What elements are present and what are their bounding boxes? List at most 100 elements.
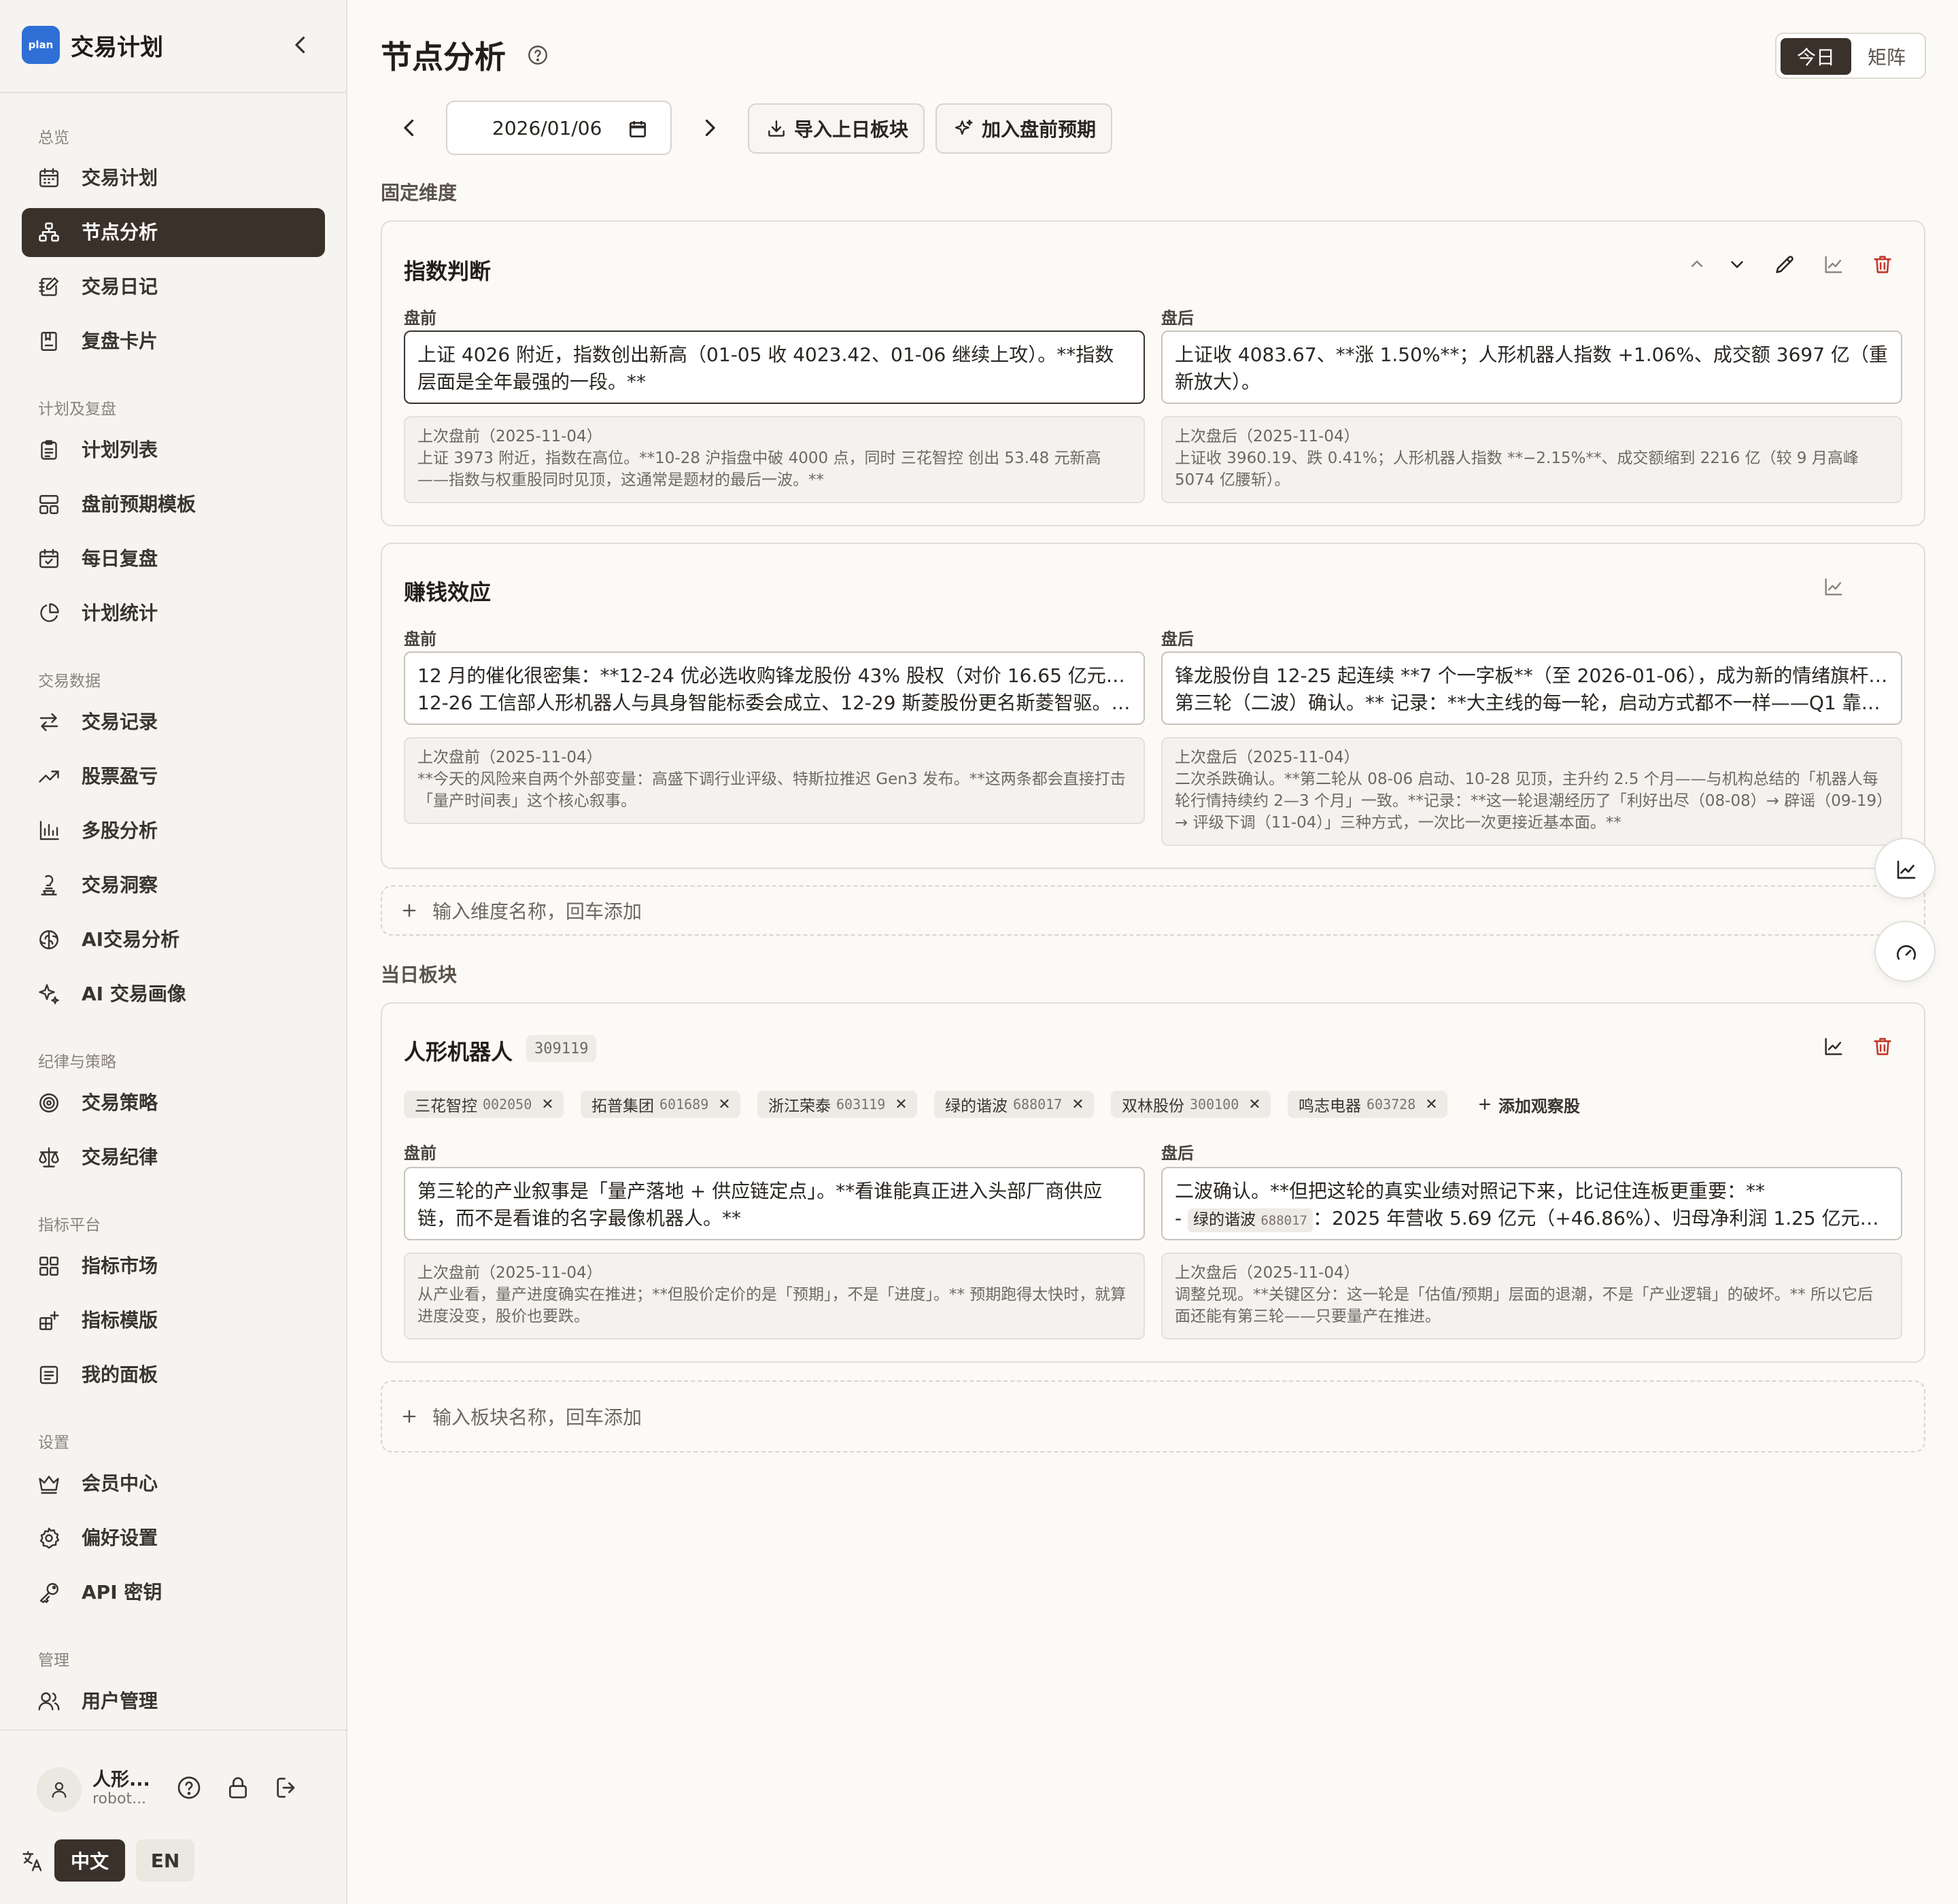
sidebar-item-trade-discipline[interactable]: 交易纪律 [22,1133,325,1182]
lang-zh-button[interactable]: 中文 [54,1839,125,1882]
sidebar-item-label: 交易计划 [82,167,158,189]
sidebar-item-label: API 密钥 [82,1581,162,1603]
dimension-card-index: 指数判断 盘前 盘后 上证 4026 附近，指数创出新高（01-05 收 402… [381,220,1925,526]
pre-market-textarea[interactable]: 上证 4026 附近，指数创出新高（01-05 收 4023.42、01-06 … [404,330,1145,404]
sidebar-item-ai-trade-analysis[interactable]: AI交易分析 [22,915,325,964]
sidebar-item-label: 计划统计 [82,602,158,624]
chart-fab[interactable] [1874,838,1936,899]
chevron-left-icon[interactable] [397,116,422,140]
watch-stock-chip[interactable]: 三花智控 002050 ✕ [404,1091,564,1118]
tab-matrix[interactable]: 矩阵 [1853,38,1921,75]
sidebar-item-trade-journal[interactable]: 交易日记 [22,262,325,311]
sidebar-item-stock-pnl[interactable]: 股票盈亏 [22,752,325,801]
add-to-premarket-button[interactable]: 加入盘前预期 [935,103,1112,154]
sidebar-item-label: 交易纪律 [82,1146,158,1168]
watch-stock-chip[interactable]: 双林股份 300100 ✕ [1111,1091,1271,1118]
pre-market-textarea[interactable]: 第三轮的产业叙事是「量产落地 + 供应链定点」。**看谁能真正进入头部厂商供应链… [404,1167,1145,1240]
close-icon[interactable]: ✕ [1425,1096,1437,1113]
post-text-line: - 绿的谐波 688017 ：2025 年营收 5.69 亿元（+46.86%）、… [1175,1205,1889,1232]
line-chart-icon[interactable] [1822,1035,1845,1058]
gauge-icon [1896,945,1917,960]
close-icon[interactable]: ✕ [895,1096,907,1113]
close-icon[interactable]: ✕ [541,1096,553,1113]
post-market-textarea[interactable]: 上证收 4083.67、**涨 1.50%**；人形机器人指数 +1.06%、成… [1161,330,1902,404]
trash-icon[interactable] [1871,1035,1894,1058]
sidebar-item-label: AI 交易画像 [82,983,186,1005]
sidebar-item-membership[interactable]: 会员中心 [22,1459,325,1508]
sidebar-item-indicator-market[interactable]: 指标市场 [22,1242,325,1291]
calendar-icon[interactable] [627,118,649,140]
post-label: 盘后 [1161,630,1194,649]
help-circle-icon[interactable] [526,44,549,67]
post-market-textarea[interactable]: 二波确认。**但把这轮的真实业绩对照记下来，比记住连板更重要：** - 绿的谐波… [1161,1167,1902,1240]
pre-market-textarea[interactable]: 12 月的催化很密集：**12-24 优必选收购锋龙股份 43% 股权（对价 1… [404,651,1145,725]
lightbulb-icon [41,874,57,896]
sidebar-item-label: 用户管理 [82,1690,158,1712]
add-watch-stock-button[interactable]: 添加观察股 [1477,1091,1580,1118]
sidebar-item-api-key[interactable]: API 密钥 [22,1568,325,1617]
prev-post-heading: 上次盘后（2025-11-04） [1175,428,1360,445]
chevron-down-icon[interactable] [1727,254,1747,275]
avatar[interactable] [37,1767,82,1812]
sidebar-item-label: 交易记录 [82,711,158,733]
add-watch-stock-label: 添加观察股 [1498,1096,1580,1116]
sidebar-item-preferences[interactable]: 偏好设置 [22,1514,325,1563]
sidebar-item-trade-insight[interactable]: 交易洞察 [22,861,325,910]
sidebar-item-review-card[interactable]: 复盘卡片 [22,317,325,366]
stock-code: 688017 [1013,1096,1063,1112]
sidebar-item-label: 交易策略 [82,1091,158,1114]
gauge-fab[interactable] [1874,921,1936,982]
clipboard-icon [41,440,57,460]
sidebar-item-user-management[interactable]: 用户管理 [22,1677,325,1726]
line-chart-icon[interactable] [1822,575,1845,598]
trash-icon[interactable] [1871,253,1894,276]
sidebar-item-indicator-template[interactable]: 指标模版 [22,1296,325,1345]
logout-icon[interactable] [273,1774,300,1801]
import-prev-sectors-button[interactable]: 导入上日板块 [748,103,925,154]
close-icon[interactable]: ✕ [1248,1096,1260,1113]
sidebar-item-multi-stock[interactable]: 多股分析 [22,806,325,855]
plus-icon [402,1410,416,1423]
pencil-icon[interactable] [1773,253,1796,276]
sidebar-item-label: 交易洞察 [82,874,158,896]
date-input[interactable]: 2026/01/06 [446,101,672,155]
watch-stock-chip[interactable]: 绿的谐波 688017 ✕ [934,1091,1094,1118]
user-bar: 人形... robot... 中文 EN [0,1729,347,1904]
close-icon[interactable]: ✕ [1071,1096,1084,1113]
sidebar-item-plan-stats[interactable]: 计划统计 [22,589,325,638]
sidebar-item-my-panel[interactable]: 我的面板 [22,1350,325,1399]
add-sector-input[interactable]: 输入板块名称，回车添加 [381,1380,1925,1452]
chevron-right-icon[interactable] [698,116,722,140]
watch-stock-chip[interactable]: 浙江荣泰 603119 ✕ [757,1091,917,1118]
tab-today[interactable]: 今日 [1781,38,1851,75]
lang-en-button[interactable]: EN [136,1839,194,1882]
sidebar-item-premarket-template[interactable]: 盘前预期模板 [22,480,325,529]
watch-stock-chip[interactable]: 拓普集团 601689 ✕ [581,1091,740,1118]
stock-name: 绿的谐波 [945,1098,1008,1115]
chevron-up-icon[interactable] [1687,254,1706,273]
sidebar-item-node-analysis[interactable]: 节点分析 [22,208,325,257]
nav-section-admin: 管理 [38,1652,69,1669]
stock-code: 601689 [659,1096,709,1112]
sidebar-item-daily-review[interactable]: 每日复盘 [22,534,325,583]
pie-chart-icon [40,603,59,622]
sidebar-item-trade-records[interactable]: 交易记录 [22,698,325,747]
add-dimension-input[interactable]: 输入维度名称，回车添加 [381,885,1925,936]
pre-text-line: 12-26 工信部人形机器人与具身智能标委会成立、12-29 斯菱股份更名斯菱智… [417,692,1131,714]
sidebar-item-label: 会员中心 [82,1472,158,1495]
watch-stock-chip[interactable]: 鸣志电器 603728 ✕ [1288,1091,1447,1118]
post-market-textarea[interactable]: 锋龙股份自 12-25 起连续 **7 个一字板**（至 2026-01-06）… [1161,651,1902,725]
help-icon[interactable] [175,1774,203,1801]
inline-stock-tag[interactable]: 绿的谐波 688017 [1188,1208,1313,1232]
sidebar-item-trade-strategy[interactable]: 交易策略 [22,1078,325,1127]
dimension-title: 指数判断 [404,258,492,284]
panel-icon [39,1365,58,1384]
prev-pre-heading: 上次盘前（2025-11-04） [417,749,602,766]
sidebar-item-trade-plan[interactable]: 交易计划 [22,154,325,203]
sidebar-item-plan-list[interactable]: 计划列表 [22,426,325,475]
chevron-left-icon[interactable] [288,33,313,57]
line-chart-icon[interactable] [1822,253,1845,276]
close-icon[interactable]: ✕ [718,1096,730,1113]
lock-icon[interactable] [224,1774,252,1801]
sidebar-item-ai-trade-profile[interactable]: AI 交易画像 [22,970,325,1019]
